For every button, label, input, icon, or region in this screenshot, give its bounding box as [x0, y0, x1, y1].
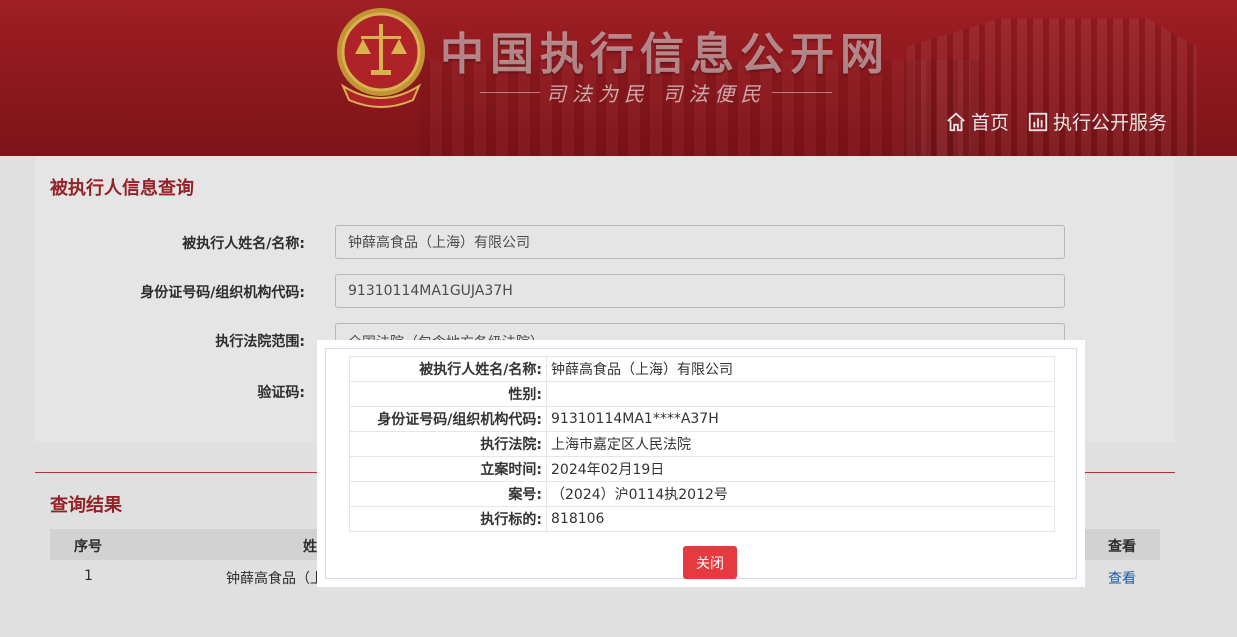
detail-row-id-code: 身份证号码/组织机构代码: 91310114MA1****A37H: [349, 406, 1055, 432]
detail-key: 案号:: [349, 481, 547, 507]
detail-key: 性别:: [349, 381, 547, 407]
detail-value: 钟薛高食品（上海）有限公司: [546, 356, 1055, 382]
detail-row-name: 被执行人姓名/名称: 钟薛高食品（上海）有限公司: [349, 356, 1055, 382]
detail-row-case-number: 案号: （2024）沪0114执2012号: [349, 481, 1055, 507]
detail-row-amount: 执行标的: 818106: [349, 506, 1055, 532]
detail-value: 818106: [546, 506, 1055, 532]
detail-value: （2024）沪0114执2012号: [546, 481, 1055, 507]
detail-table: 被执行人姓名/名称: 钟薛高食品（上海）有限公司 性别: 身份证号码/组织机构代…: [349, 356, 1055, 532]
detail-modal-body: 被执行人姓名/名称: 钟薛高食品（上海）有限公司 性别: 身份证号码/组织机构代…: [325, 348, 1077, 579]
detail-row-court: 执行法院: 上海市嘉定区人民法院: [349, 431, 1055, 457]
detail-key: 身份证号码/组织机构代码:: [349, 406, 547, 432]
detail-value: 2024年02月19日: [546, 456, 1055, 482]
detail-row-gender: 性别:: [349, 381, 1055, 407]
detail-value: [546, 381, 1055, 407]
detail-key: 立案时间:: [349, 456, 547, 482]
detail-key: 执行标的:: [349, 506, 547, 532]
detail-value: 上海市嘉定区人民法院: [546, 431, 1055, 457]
detail-key: 执行法院:: [349, 431, 547, 457]
close-button[interactable]: 关闭: [683, 546, 737, 579]
detail-value: 91310114MA1****A37H: [546, 406, 1055, 432]
detail-row-filing-date: 立案时间: 2024年02月19日: [349, 456, 1055, 482]
detail-modal: 被执行人姓名/名称: 钟薛高食品（上海）有限公司 性别: 身份证号码/组织机构代…: [317, 340, 1085, 587]
detail-key: 被执行人姓名/名称:: [349, 356, 547, 382]
